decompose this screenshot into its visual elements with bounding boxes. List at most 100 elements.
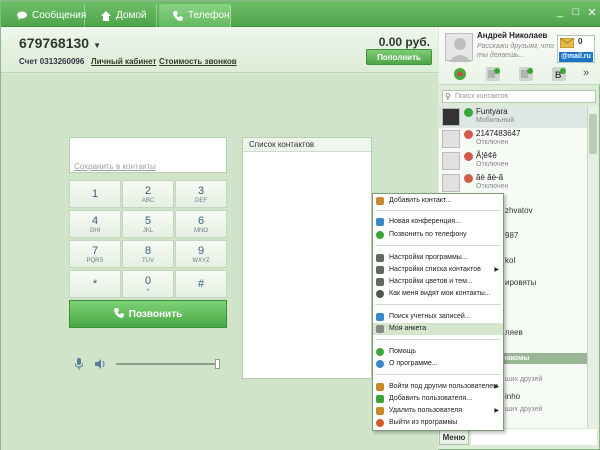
menu-item-contact-list-settings[interactable]: Настройки списка контактов ▶ (373, 264, 503, 276)
switch-user-icon (376, 383, 384, 391)
contact-search-input[interactable]: ⚲ Поиск контактов (442, 90, 596, 103)
menu-item-theme-settings[interactable]: Настройки цветов и тем... (373, 276, 503, 288)
contact-list-scrollbar[interactable] (587, 106, 598, 428)
key-digit: 8 (144, 244, 152, 257)
key-digit: * (92, 277, 98, 290)
key-3[interactable]: 3 DEF (175, 180, 227, 208)
user-name: Андрей Николаев (477, 31, 548, 40)
contact-name-partial: inho (505, 392, 521, 401)
key-letters: PQRS (86, 257, 104, 264)
menu-item-label: Настройки программы... (389, 254, 468, 261)
account-number: Счет 0313260096 (19, 57, 85, 66)
menu-item-my-profile[interactable]: Моя анкета (373, 323, 503, 335)
tab-messages[interactable]: Сообщения (3, 4, 87, 27)
menu-item-label: Поиск учетных записей... (389, 313, 471, 320)
account-bar: 679768130 ▼ Счет 0313260096 Личный кабине… (1, 27, 438, 73)
menu-item-help[interactable]: Помощь (373, 346, 503, 358)
key-digit: 5 (144, 214, 152, 227)
phone-number-selector[interactable]: 679768130 ▼ (19, 35, 101, 51)
contacts-list-panel: Список контактов (242, 137, 372, 379)
scrollbar-thumb[interactable] (589, 114, 597, 154)
menu-item-visibility[interactable]: Как меня видят мои контакты... (373, 288, 503, 300)
minimize-button[interactable]: _ (553, 6, 567, 18)
mail-count: 0 (578, 37, 583, 46)
key-5[interactable]: 5 JKL (122, 210, 174, 238)
key-letters: JKL (142, 227, 154, 234)
menu-item-exit[interactable]: Выйти из программы (373, 417, 503, 429)
add-contact-icon (376, 197, 384, 205)
main-context-menu: Добавить контакт... Новая конференция...… (372, 193, 504, 431)
tab-messages-label: Сообщения (32, 10, 87, 21)
conference-icon (376, 218, 384, 226)
menu-item-call-phone[interactable]: Позвонить по телефону (373, 229, 503, 241)
contact-item[interactable]: 2147483647 Отключен (439, 128, 587, 150)
menu-item-label: Добавить пользователя... (389, 395, 473, 402)
status-message-input[interactable]: Расскажи друзьям, что ты делаешь... (477, 42, 555, 60)
menu-item-about[interactable]: О программе... (373, 358, 503, 370)
avatar (442, 108, 460, 126)
tab-phone[interactable]: Телефон (159, 4, 231, 27)
menu-item-remove-user[interactable]: Удалить пользователя ▶ (373, 405, 503, 417)
menu-divider (375, 210, 501, 211)
call-rates-link[interactable]: Стоимость звонков (159, 57, 237, 66)
vkontakte-icon[interactable]: B (552, 67, 566, 81)
contact-status: Отключен (476, 161, 509, 168)
key-digit: 3 (197, 184, 205, 197)
more-chevron-icon[interactable]: » (583, 67, 589, 79)
avatar[interactable] (445, 33, 473, 62)
phone-number-text: 679768130 (19, 35, 90, 51)
add-contact-icon[interactable] (486, 67, 500, 81)
add-user-icon (376, 395, 384, 403)
key-digit: 2 (144, 184, 152, 197)
menu-item-program-settings[interactable]: Настройки программы... (373, 252, 503, 264)
menu-item-switch-user[interactable]: Войти под другим пользователем ▶ (373, 381, 503, 393)
key-8[interactable]: 8 TUV (122, 240, 174, 268)
search-placeholder: Поиск контактов (455, 93, 509, 100)
key-6[interactable]: 6 MNO (175, 210, 227, 238)
contact-item[interactable]: Ã¦ê¢ê Отключен (439, 150, 587, 172)
add-group-icon[interactable] (519, 67, 533, 81)
menu-button[interactable]: Меню (439, 429, 469, 445)
contact-item[interactable]: ãè ãè-ã Отключен (439, 172, 587, 194)
personal-cabinet-link[interactable]: Личный кабинет (91, 57, 156, 66)
menu-divider (375, 245, 501, 246)
phone-icon (173, 10, 183, 21)
phone-icon (113, 307, 124, 321)
call-button[interactable]: Позвонить (69, 300, 227, 328)
contact-item[interactable]: Funtyara Мобильный (439, 106, 587, 128)
menu-item-add-user[interactable]: Добавить пользователя... (373, 393, 503, 405)
app-window: Сообщения Домой Телефон _ □ ✕ 679768130 ▼… (0, 0, 600, 450)
key-star[interactable]: * (69, 270, 121, 298)
menu-item-label: Добавить контакт... (389, 197, 452, 204)
tab-home[interactable]: Домой (87, 4, 157, 27)
volume-slider-thumb[interactable] (215, 359, 220, 369)
game-icon[interactable] (453, 67, 467, 81)
menu-item-search-accounts[interactable]: Поиск учетных записей... (373, 311, 503, 323)
key-hash[interactable]: # (175, 270, 227, 298)
submenu-arrow-icon: ▶ (494, 408, 499, 414)
key-9[interactable]: 9 WXYZ (175, 240, 227, 268)
mail-badge[interactable]: 0 @mail.ru (557, 35, 595, 63)
key-2[interactable]: 2 ABC (122, 180, 174, 208)
speaker-icon[interactable] (95, 359, 106, 371)
offline-status-icon (464, 174, 473, 183)
save-contact-link[interactable]: Сохранить в контакты (74, 162, 156, 171)
contact-name: Ã¦ê¢ê (476, 151, 497, 160)
menu-divider (375, 374, 501, 375)
key-1[interactable]: 1 (69, 180, 121, 208)
menu-item-add-contact[interactable]: Добавить контакт... (373, 195, 503, 207)
menu-item-new-conference[interactable]: Новая конференция... (373, 216, 503, 228)
chat-bubble-icon (17, 11, 27, 21)
maximize-button[interactable]: □ (569, 6, 583, 18)
status-area (471, 429, 597, 445)
key-digit: 4 (91, 214, 99, 227)
topup-button[interactable]: Пополнить (366, 49, 432, 65)
close-button[interactable]: ✕ (585, 6, 599, 19)
key-7[interactable]: 7 PQRS (69, 240, 121, 268)
phone-call-icon (376, 231, 384, 239)
key-0[interactable]: 0 + (122, 270, 174, 298)
key-4[interactable]: 4 GHI (69, 210, 121, 238)
microphone-icon[interactable] (74, 358, 84, 372)
volume-slider[interactable] (116, 363, 218, 365)
avatar (442, 152, 460, 170)
